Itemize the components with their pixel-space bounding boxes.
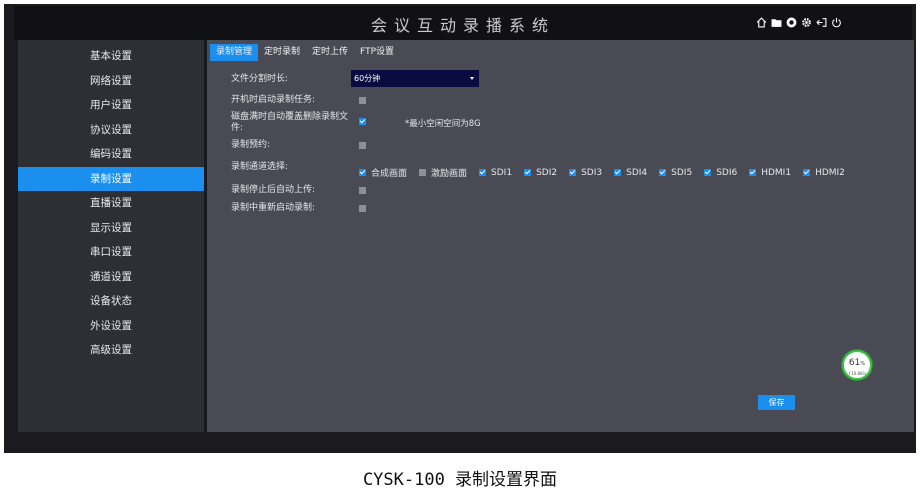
restart-label: 录制中重新启动录制: — [231, 203, 316, 213]
channel-sdi2[interactable]: SDI2 — [524, 168, 557, 178]
disk-full-checkbox[interactable] — [359, 118, 366, 125]
sidebar-item-peripherals[interactable]: 外设设置 — [18, 314, 204, 339]
channel-composite[interactable]: 合成画面 — [359, 166, 407, 179]
channel-checkbox[interactable] — [749, 169, 757, 176]
channel-stimulus[interactable]: 激励画面 — [419, 166, 467, 179]
power-icon[interactable] — [831, 17, 842, 28]
channel-hdmi2[interactable]: HDMI2 — [803, 168, 845, 178]
channel-label: SDI1 — [491, 167, 513, 178]
channel-checkbox[interactable] — [614, 169, 622, 176]
channel-label: SDI2 — [536, 167, 558, 178]
sidebar-item-network[interactable]: 网络设置 — [18, 69, 204, 94]
gauge-speed: ↑10.8K/s — [847, 371, 867, 376]
sidebar-item-serial[interactable]: 串口设置 — [18, 240, 204, 265]
channel-label: SDI6 — [716, 167, 738, 178]
disk-full-label: 磁盘满时自动覆盖删除录制文件: — [231, 112, 349, 133]
network-speed-gauge: 61% ↑10.8K/s — [842, 350, 872, 380]
restart-checkbox[interactable] — [359, 205, 366, 212]
save-button[interactable]: 保存 — [758, 395, 795, 410]
page-caption: CYSK-100 录制设置界面 — [362, 470, 558, 490]
sidebar-item-channel[interactable]: 通道设置 — [18, 265, 204, 290]
settings-icon[interactable] — [801, 17, 812, 28]
channel-list: 合成画面 激励画面 SDI1 SDI2 SDI3 SDI4 SDI5 SDI6 … — [359, 166, 857, 179]
channel-label: SDI5 — [671, 167, 693, 178]
auto-upload-label: 录制停止后自动上传: — [231, 185, 316, 195]
channel-checkbox[interactable] — [359, 169, 366, 176]
auto-start-checkbox[interactable] — [359, 97, 366, 104]
channel-sdi3[interactable]: SDI3 — [569, 168, 602, 178]
channel-select-label: 录制通道选择: — [231, 162, 289, 172]
split-duration-value: 60分钟 — [354, 74, 381, 83]
tab-bar: 录制管理 定时录制 定时上传 FTP设置 — [207, 44, 400, 61]
channel-label: SDI4 — [626, 167, 648, 178]
channel-checkbox[interactable] — [569, 169, 577, 176]
sidebar-item-users[interactable]: 用户设置 — [18, 93, 204, 118]
top-icon-bar — [756, 17, 842, 28]
channel-label: 激励画面 — [431, 169, 468, 179]
sidebar-item-device-status[interactable]: 设备状态 — [18, 289, 204, 314]
chevron-down-icon — [470, 77, 474, 80]
sidebar-item-display[interactable]: 显示设置 — [18, 216, 204, 241]
split-duration-label: 文件分割时长: — [231, 74, 289, 84]
reservation-label: 录制预约: — [231, 140, 271, 150]
sidebar-item-protocol[interactable]: 协议设置 — [18, 118, 204, 143]
sidebar-item-advanced[interactable]: 高级设置 — [18, 338, 204, 363]
folder-icon[interactable] — [771, 17, 782, 28]
reservation-checkbox[interactable] — [359, 142, 366, 149]
channel-hdmi1[interactable]: HDMI1 — [749, 168, 791, 178]
sidebar-item-basic[interactable]: 基本设置 — [18, 44, 204, 69]
split-duration-select[interactable]: 60分钟 — [351, 70, 479, 87]
channel-label: 合成画面 — [371, 169, 408, 179]
tab-record-management[interactable]: 录制管理 — [210, 44, 259, 61]
disk-full-note: *最小空闲空间为8G — [405, 119, 481, 129]
channel-sdi4[interactable]: SDI4 — [614, 168, 647, 178]
tab-scheduled-recording[interactable]: 定时录制 — [258, 44, 306, 61]
auto-start-label: 开机时启动录制任务: — [231, 95, 316, 105]
record-icon[interactable] — [786, 17, 797, 28]
channel-checkbox[interactable] — [419, 169, 427, 176]
channel-checkbox[interactable] — [524, 169, 532, 176]
gauge-percent: 61% — [844, 356, 870, 371]
channel-sdi5[interactable]: SDI5 — [659, 168, 692, 178]
gauge-percent-unit: % — [860, 361, 866, 367]
channel-label: HDMI1 — [761, 167, 792, 178]
settings-panel: 录制管理 定时录制 定时上传 FTP设置 文件分割时长: 60分钟 开机时启动录… — [207, 40, 914, 432]
channel-label: HDMI2 — [815, 167, 845, 178]
sidebar-item-encoding[interactable]: 编码设置 — [18, 142, 204, 167]
logout-icon[interactable] — [816, 17, 827, 28]
auto-upload-checkbox[interactable] — [359, 187, 366, 194]
sidebar-nav: 基本设置 网络设置 用户设置 协议设置 编码设置 录制设置 直播设置 显示设置 … — [18, 40, 204, 432]
channel-label: SDI3 — [581, 167, 603, 178]
channel-sdi1[interactable]: SDI1 — [479, 168, 512, 178]
channel-checkbox[interactable] — [704, 169, 712, 176]
sidebar-item-live[interactable]: 直播设置 — [18, 191, 204, 216]
channel-checkbox[interactable] — [803, 169, 811, 176]
sidebar-item-recording[interactable]: 录制设置 — [18, 166, 204, 191]
home-icon[interactable] — [756, 17, 767, 28]
top-bar: 会议互动录播系统 — [14, 6, 912, 40]
channel-checkbox[interactable] — [479, 169, 487, 176]
channel-sdi6[interactable]: SDI6 — [704, 168, 737, 178]
tab-ftp-settings[interactable]: FTP设置 — [354, 44, 400, 61]
channel-checkbox[interactable] — [659, 169, 667, 176]
app-window: 会议互动录播系统 基本设置 网络设置 用户设置 协议设置 编码设置 录制设置 直… — [4, 4, 916, 453]
tab-scheduled-upload[interactable]: 定时上传 — [306, 44, 354, 61]
gauge-percent-value: 61 — [848, 358, 861, 368]
